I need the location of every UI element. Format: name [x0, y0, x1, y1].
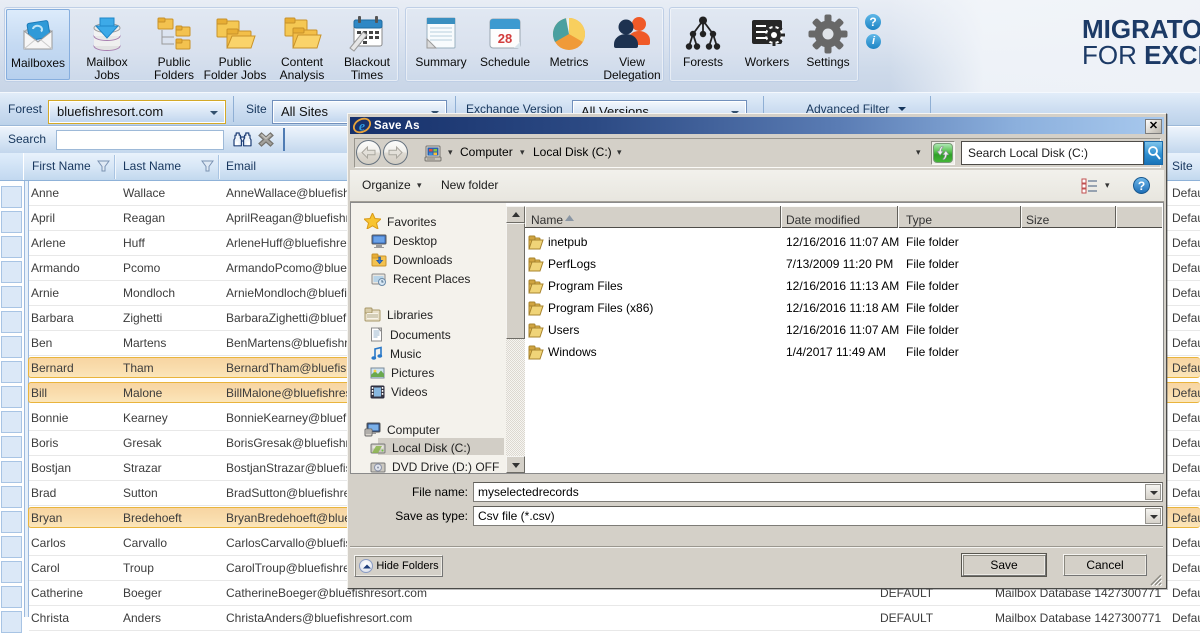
svg-text:e: e: [359, 120, 365, 135]
svg-text:28: 28: [498, 31, 512, 46]
